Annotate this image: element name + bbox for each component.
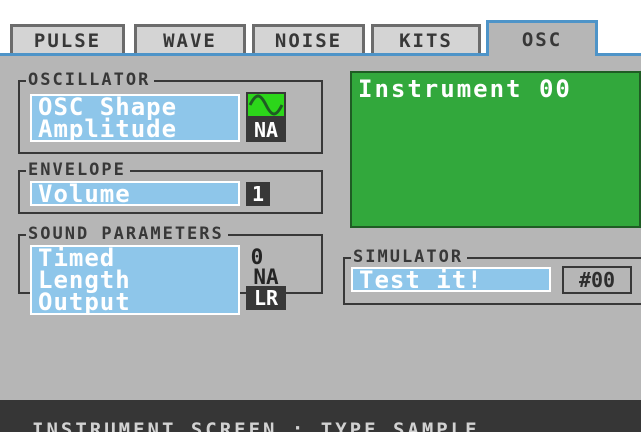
tab-pulse-label: PULSE <box>33 29 102 52</box>
tab-wave[interactable]: WAVE <box>134 24 246 54</box>
sound-parameters-title: SOUND PARAMETERS <box>26 224 228 244</box>
volume-value[interactable]: 1 <box>246 182 270 206</box>
status-bar: INSTRUMENT SCREEN : TYPE SAMPLE <box>0 400 641 432</box>
sine-wave-icon <box>248 94 284 116</box>
osc-shape-value[interactable] <box>246 92 286 118</box>
envelope-fields: Volume <box>30 181 240 206</box>
instrument-display: Instrument 00 <box>350 71 641 228</box>
tab-pulse[interactable]: PULSE <box>10 24 125 54</box>
tab-noise-label: NOISE <box>274 29 343 52</box>
tab-kits[interactable]: KITS <box>371 24 481 54</box>
tab-osc-label: OSC <box>521 28 563 51</box>
tab-noise[interactable]: NOISE <box>252 24 365 54</box>
amplitude-value[interactable]: NA <box>246 118 286 142</box>
simulator-title: SIMULATOR <box>351 247 468 267</box>
length-value[interactable]: NA <box>246 266 286 288</box>
instrument-screen: PULSE WAVE NOISE KITS OSC OSCILLATOR OSC… <box>0 0 641 432</box>
oscillator-title: OSCILLATOR <box>26 70 155 90</box>
test-instrument-value[interactable]: #00 <box>562 266 632 294</box>
output-label[interactable]: Output <box>38 290 238 314</box>
volume-label[interactable]: Volume <box>38 182 238 206</box>
tab-wave-label: WAVE <box>163 29 217 52</box>
amplitude-label[interactable]: Amplitude <box>38 117 238 141</box>
instrument-title: Instrument 00 <box>358 75 572 103</box>
tab-osc[interactable]: OSC <box>486 20 598 56</box>
envelope-title: ENVELOPE <box>26 160 130 180</box>
oscillator-fields: OSC Shape Amplitude <box>30 94 240 142</box>
status-text: INSTRUMENT SCREEN : TYPE SAMPLE <box>32 419 480 432</box>
test-it-label: Test it! <box>359 266 483 294</box>
tab-kits-label: KITS <box>399 29 453 52</box>
test-it-button[interactable]: Test it! <box>351 267 551 292</box>
output-value[interactable]: LR <box>246 286 286 310</box>
sound-parameter-fields: Timed Length Output <box>30 245 240 315</box>
